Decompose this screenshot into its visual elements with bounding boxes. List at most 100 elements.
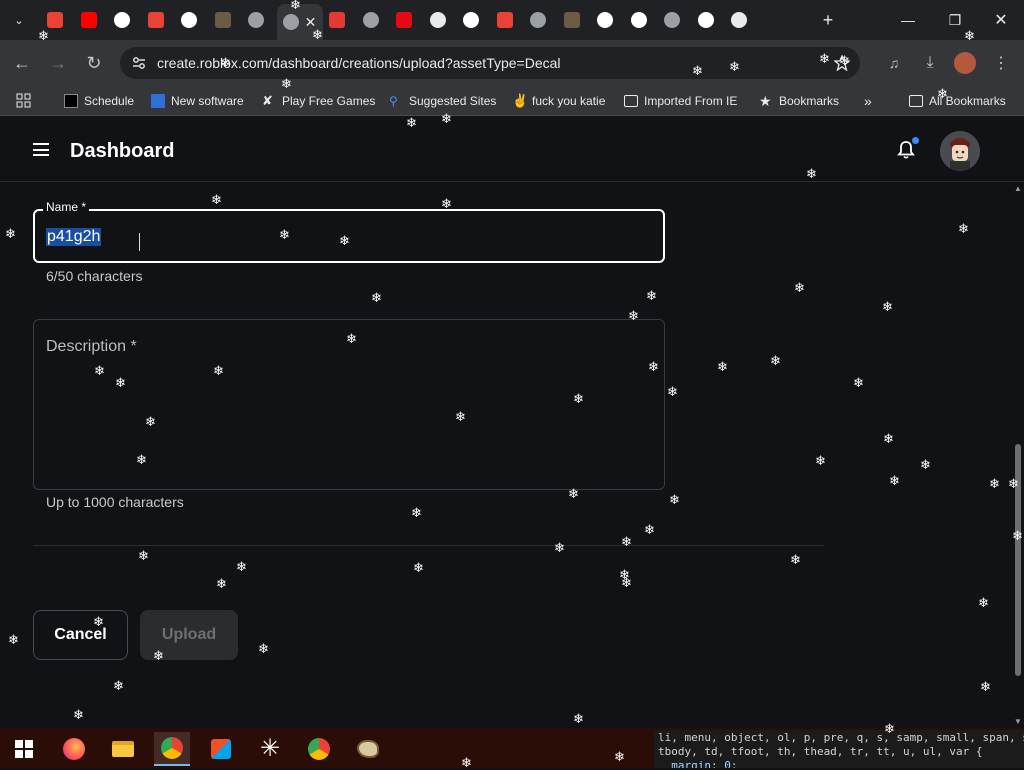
tab-search-button[interactable]: ⌄ (6, 8, 32, 32)
gmail-icon (47, 12, 63, 28)
scrollbar-thumb[interactable] (1015, 444, 1021, 676)
taskbar-app-file-explorer[interactable] (105, 732, 141, 766)
address-bar[interactable]: create.roblox.com/dashboard/creations/up… (120, 47, 860, 79)
google-icon (463, 12, 479, 28)
page-title: Dashboard (70, 140, 175, 162)
browser-tab[interactable] (143, 8, 169, 32)
menu-icon[interactable] (33, 143, 49, 156)
browser-tab[interactable] (458, 8, 484, 32)
apps-grid-icon (16, 93, 31, 108)
snowflake-icon: ❄ (413, 560, 424, 575)
scroll-up-arrow-icon[interactable]: ▲ (1014, 184, 1022, 193)
browser-tab[interactable] (42, 8, 68, 32)
chevron-down-icon: ⌄ (14, 14, 24, 27)
arrow-left-icon: ← (13, 52, 31, 73)
snowflake-icon: ❄ (5, 226, 16, 241)
all-bookmarks-button[interactable]: All Bookmarks (909, 92, 1006, 110)
snowflake-icon: ❄ (853, 375, 864, 390)
browser-tab[interactable] (358, 8, 384, 32)
forward-button[interactable]: → (45, 50, 71, 76)
bookmark-folder-imported[interactable]: Imported From IE (624, 92, 737, 110)
snowflake-icon: ❄ (790, 552, 801, 567)
browser-menu-button[interactable]: ⋮ (988, 50, 1014, 76)
browser-tab[interactable] (592, 8, 618, 32)
back-button[interactable]: ← (9, 50, 35, 76)
cancel-button[interactable]: Cancel (33, 610, 128, 660)
minimize-button[interactable]: — (888, 8, 928, 32)
bookmark-label: Play Free Games (282, 94, 376, 108)
profile-avatar-icon (954, 52, 976, 74)
folder-icon (112, 741, 134, 757)
taskbar-app-firefox[interactable] (56, 732, 92, 766)
bookmark-label: All Bookmarks (929, 94, 1006, 108)
close-window-button[interactable]: ✕ (981, 8, 1021, 32)
apps-button[interactable] (16, 92, 32, 110)
browser-tab[interactable] (324, 8, 350, 32)
upload-button[interactable]: Upload (140, 610, 238, 660)
taskbar-app-chrome[interactable] (301, 732, 337, 766)
avatar-icon (940, 131, 980, 171)
taskbar-app-paint[interactable] (350, 732, 386, 766)
media-controls-button[interactable]: ♫ (881, 50, 907, 76)
new-tab-button[interactable]: + (808, 8, 848, 32)
bookmark-play-free-games[interactable]: ✘ Play Free Games (262, 92, 375, 110)
folder-icon (909, 95, 923, 107)
name-field-value[interactable]: p41g2h (46, 228, 102, 246)
browser-tab[interactable] (210, 8, 236, 32)
browser-tab[interactable] (391, 8, 417, 32)
start-button[interactable] (6, 732, 42, 766)
bookmark-new-software[interactable]: New software (151, 92, 244, 110)
browser-tab[interactable] (425, 8, 451, 32)
snowflake-icon: ❄ (920, 457, 931, 472)
youtube-icon (80, 12, 97, 28)
google-icon (630, 12, 647, 28)
bookmarks-bar: Schedule New software ✘ Play Free Games … (0, 86, 1024, 116)
browser-tab[interactable] (559, 8, 585, 32)
user-avatar[interactable] (940, 131, 980, 171)
browser-tab[interactable] (659, 8, 685, 32)
bookmark-folder-bookmarks[interactable]: ★ Bookmarks (759, 92, 839, 110)
browser-tab[interactable] (176, 8, 202, 32)
bookmark-schedule[interactable]: Schedule (64, 92, 134, 110)
taskbar-app-microsoft-store[interactable] (203, 732, 239, 766)
globe-icon (664, 12, 680, 28)
bookmark-star-icon[interactable] (834, 55, 850, 71)
snowflake-icon: ❄ (554, 540, 565, 555)
browser-tab[interactable] (243, 8, 269, 32)
bookmarks-overflow-button[interactable]: » (864, 92, 872, 110)
browser-tab[interactable] (76, 8, 102, 32)
minimize-icon: — (901, 12, 915, 28)
bookmark-label: New software (171, 94, 244, 108)
download-icon: ⤓ (926, 54, 934, 71)
restore-button[interactable]: ❐ (935, 8, 975, 32)
form-divider (33, 545, 824, 546)
snowflake-icon: ❄ (573, 711, 584, 726)
browser-tab[interactable] (626, 8, 652, 32)
bookmark-suggested-sites[interactable]: ⚲ Suggested Sites (389, 92, 496, 110)
snowflake-icon: ❄ (717, 359, 728, 374)
browser-tab[interactable] (726, 8, 752, 32)
browser-tab[interactable] (492, 8, 518, 32)
name-field[interactable] (33, 209, 665, 263)
browser-tab[interactable] (109, 8, 135, 32)
browser-tab[interactable] (693, 8, 719, 32)
dashboard-header: Dashboard (0, 116, 1024, 182)
reload-button[interactable]: ↻ (81, 50, 107, 76)
taskbar-app-asterisk[interactable]: ✳ (252, 732, 288, 766)
close-tab-icon[interactable]: ✕ (305, 14, 317, 31)
audio-icon (731, 12, 747, 28)
downloads-button[interactable]: ⤓ (917, 50, 943, 76)
browser-tab[interactable] (525, 8, 551, 32)
profile-button[interactable] (952, 50, 978, 76)
taskbar-app-chrome-active[interactable] (154, 732, 190, 766)
bookmark-custom[interactable]: ✌ fuck you katie (512, 92, 605, 110)
snowflake-icon: ❄ (619, 567, 630, 582)
close-icon: ✕ (994, 12, 1008, 29)
snowflake-icon: ❄ (669, 492, 680, 507)
url-text[interactable]: create.roblox.com/dashboard/creations/up… (157, 55, 561, 71)
hand-icon: ✌ (512, 93, 529, 108)
scroll-down-arrow-icon[interactable]: ▼ (1014, 717, 1022, 726)
snowflake-icon: ❄ (646, 288, 657, 303)
snowflake-icon: ❄ (113, 678, 124, 693)
browser-tab[interactable]: ✕ (276, 4, 323, 40)
